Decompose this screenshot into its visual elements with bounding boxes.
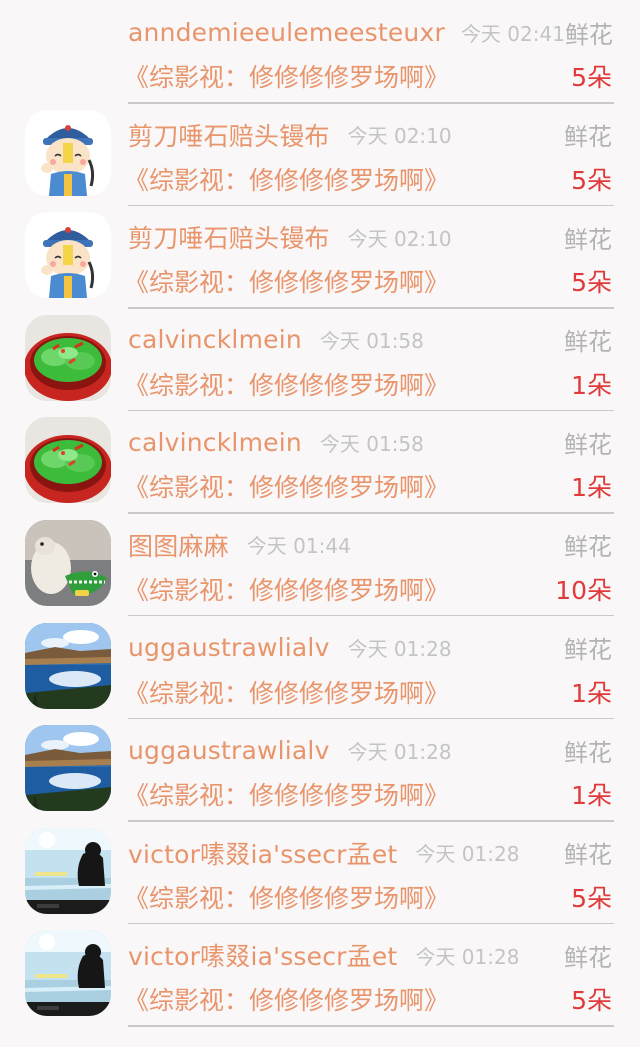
gift-type: 鲜花 bbox=[564, 943, 612, 972]
record-header: 剪刀唾石赔头镘布 今天 02:10 鲜花 bbox=[128, 117, 612, 153]
timestamp: 今天 02:41 bbox=[460, 21, 565, 46]
timestamp: 今天 01:28 bbox=[347, 739, 452, 764]
timestamp: 今天 01:44 bbox=[246, 534, 351, 559]
timestamp: 今天 02:10 bbox=[347, 226, 452, 251]
gift-type: 鲜花 bbox=[564, 533, 612, 562]
gift-type: 鲜花 bbox=[564, 328, 612, 357]
timestamp: 今天 02:10 bbox=[347, 124, 452, 149]
list-item[interactable]: 剪刀唾石赔头镘布 今天 02:10 鲜花 《综影视：修修修修罗场啊》 5朵 bbox=[0, 65, 640, 207]
username[interactable]: calvincklmein bbox=[128, 428, 302, 457]
gift-type: 鲜花 bbox=[564, 738, 612, 767]
gift-count: 5朵 bbox=[571, 986, 612, 1016]
timestamp: 今天 01:58 bbox=[319, 431, 424, 456]
username[interactable]: uggaustrawlialv bbox=[128, 736, 330, 765]
list-item[interactable]: uggaustrawlialv 今天 01:28 鲜花 《综影视：修修修修罗场啊… bbox=[0, 680, 640, 822]
record-header: victor嗉叕ia'ssecr孟et 今天 01:28 鲜花 bbox=[128, 835, 612, 871]
username[interactable]: 剪刀唾石赔头镘布 bbox=[128, 117, 330, 153]
gift-type: 鲜花 bbox=[564, 123, 612, 152]
work-title[interactable]: 《综影视：修修修修罗场啊》 bbox=[124, 981, 449, 1017]
list-item[interactable]: calvincklmein 今天 01:58 鲜花 《综影视：修修修修罗场啊》 … bbox=[0, 372, 640, 514]
list-item[interactable]: victor嗉叕ia'ssecr孟et 今天 01:28 鲜花 《综影视：修修修… bbox=[0, 885, 640, 1027]
username[interactable]: anndemieeulemeesteuxr bbox=[128, 18, 445, 47]
username[interactable]: 图图麻麻 bbox=[128, 527, 229, 563]
username[interactable]: 剪刀唾石赔头镘布 bbox=[128, 219, 330, 255]
list-item[interactable]: victor嗉叕ia'ssecr孟et 今天 01:28 鲜花 《综影视：修修修… bbox=[0, 783, 640, 925]
username[interactable]: victor嗉叕ia'ssecr孟et bbox=[128, 835, 397, 871]
timestamp: 今天 01:28 bbox=[415, 842, 520, 867]
username[interactable]: victor嗉叕ia'ssecr孟et bbox=[128, 937, 397, 973]
divider bbox=[128, 1025, 614, 1027]
list-item[interactable]: 图图麻麻 今天 01:44 鲜花 《综影视：修修修修罗场啊》 10朵 bbox=[0, 475, 640, 617]
username[interactable]: uggaustrawlialv bbox=[128, 633, 330, 662]
record-header: victor嗉叕ia'ssecr孟et 今天 01:28 鲜花 bbox=[128, 937, 612, 973]
list-item[interactable]: 剪刀唾石赔头镘布 今天 02:10 鲜花 《综影视：修修修修罗场啊》 5朵 bbox=[0, 167, 640, 309]
timestamp: 今天 01:58 bbox=[319, 329, 424, 354]
timestamp: 今天 01:28 bbox=[347, 637, 452, 662]
gift-record-list: anndemieeulemeesteuxr 今天 02:41 鲜花 《综影视：修… bbox=[0, 0, 640, 1027]
record-detail: 《综影视：修修修修罗场啊》 5朵 bbox=[124, 980, 612, 1018]
list-item[interactable]: anndemieeulemeesteuxr 今天 02:41 鲜花 《综影视：修… bbox=[0, 0, 640, 104]
gift-type: 鲜花 bbox=[564, 225, 612, 254]
list-item[interactable]: uggaustrawlialv 今天 01:28 鲜花 《综影视：修修修修罗场啊… bbox=[0, 578, 640, 720]
gift-type: 鲜花 bbox=[564, 636, 612, 665]
record-header: 剪刀唾石赔头镘布 今天 02:10 鲜花 bbox=[128, 219, 612, 255]
gift-type: 鲜花 bbox=[564, 430, 612, 459]
record-header: calvincklmein 今天 01:58 鲜花 bbox=[128, 424, 612, 460]
gift-type: 鲜花 bbox=[564, 841, 612, 870]
silhouette-sea-avatar[interactable] bbox=[25, 930, 111, 1017]
record-header: anndemieeulemeesteuxr 今天 02:41 鲜花 bbox=[128, 14, 613, 50]
list-item[interactable]: calvincklmein 今天 01:58 鲜花 《综影视：修修修修罗场啊》 … bbox=[0, 270, 640, 412]
record-header: uggaustrawlialv 今天 01:28 鲜花 bbox=[128, 732, 612, 768]
username[interactable]: calvincklmein bbox=[128, 325, 302, 354]
record-header: calvincklmein 今天 01:58 鲜花 bbox=[128, 322, 612, 358]
gift-type: 鲜花 bbox=[564, 20, 613, 49]
record-header: uggaustrawlialv 今天 01:28 鲜花 bbox=[128, 630, 612, 666]
timestamp: 今天 01:28 bbox=[415, 944, 520, 969]
record-header: 图图麻麻 今天 01:44 鲜花 bbox=[128, 527, 612, 563]
